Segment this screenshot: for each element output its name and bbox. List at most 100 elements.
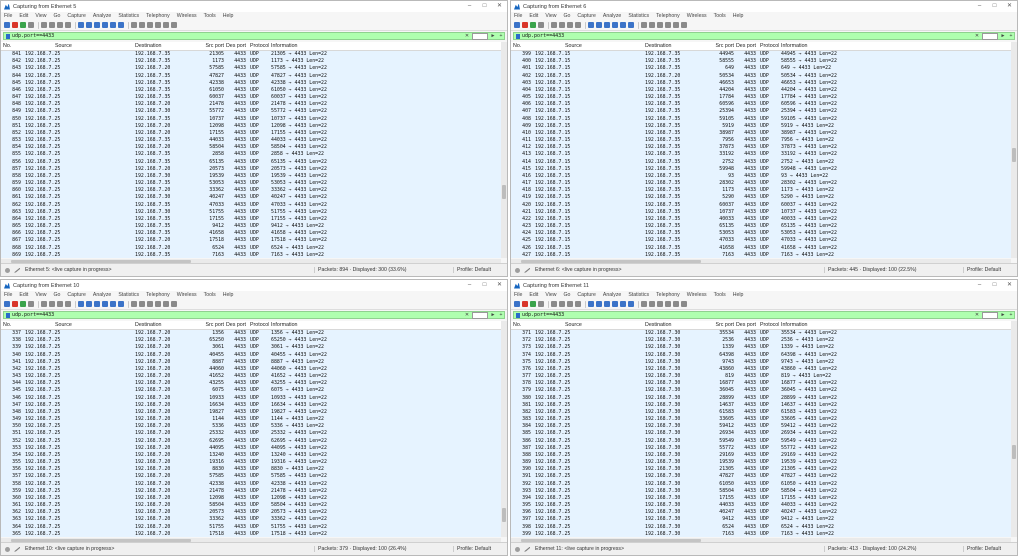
first-packet-icon[interactable] [110,301,116,307]
table-row[interactable]: 355 192.168.7.25 192.168.7.20 19316 4433 UDP 1… [1,459,501,467]
resize-columns-icon[interactable] [681,301,687,307]
table-row[interactable]: 348 192.168.7.25 192.168.7.20 19827 4433 UDP 1… [1,408,501,417]
column-header-destination[interactable]: Destination [643,42,713,50]
menu-file[interactable]: File [514,13,522,19]
column-header-destination[interactable]: Destination [133,321,203,329]
close-file-icon[interactable] [567,301,573,307]
save-file-icon[interactable] [559,22,565,28]
filter-history-dropdown[interactable] [982,311,998,319]
table-row[interactable]: 419 192.168.7.15 192.168.7.35 5290 4433 UDP 52… [511,194,1011,202]
column-header-src-port[interactable]: Src port [203,321,225,329]
close-icon[interactable]: ✕ [1002,280,1017,291]
clear-filter-icon[interactable]: ✕ [974,33,980,39]
table-row[interactable]: 352 192.168.7.25 192.168.7.20 62695 4433 UDP 6… [1,437,501,445]
table-row[interactable]: 844 192.168.7.25 192.168.7.35 47827 4433 UDP 4… [1,72,501,80]
table-row[interactable]: 375 192.168.7.25 192.168.7.30 9743 4433 UDP 97… [511,358,1011,366]
table-row[interactable]: 376 192.168.7.25 192.168.7.30 43860 4433 UDP 4… [511,365,1011,374]
colorize-icon[interactable] [139,22,145,28]
table-row[interactable]: 337 192.168.7.25 192.168.7.20 1356 4433 UDP 13… [1,330,501,338]
menu-view[interactable]: View [35,292,46,298]
menu-analyze[interactable]: Analyze [603,13,621,19]
autoscroll-icon[interactable] [641,301,647,307]
start-capture-icon[interactable] [514,301,520,307]
table-row[interactable]: 384 192.168.7.25 192.168.7.30 59412 4433 UDP 5… [511,423,1011,431]
table-row[interactable]: 851 192.168.7.25 192.168.7.20 12098 4433 UDP 1… [1,122,501,130]
table-row[interactable]: 354 192.168.7.25 192.168.7.20 13240 4433 UDP 1… [1,451,501,460]
close-icon[interactable]: ✕ [1002,1,1017,12]
clear-filter-icon[interactable]: ✕ [464,33,470,39]
table-row[interactable]: 396 192.168.7.25 192.168.7.30 40247 4433 UDP 4… [511,509,1011,517]
table-row[interactable]: 378 192.168.7.25 192.168.7.30 16877 4433 UDP 1… [511,380,1011,388]
column-header-protocol[interactable]: Protocol [247,42,269,50]
table-row[interactable]: 372 192.168.7.25 192.168.7.30 2536 4433 UDP 25… [511,337,1011,345]
zoom-out-icon[interactable] [665,22,671,28]
column-header-protocol[interactable]: Protocol [247,321,269,329]
colorize-icon[interactable] [139,301,145,307]
table-row[interactable]: 347 192.168.7.25 192.168.7.20 16634 4433 UDP 1… [1,401,501,409]
table-row[interactable]: 861 192.168.7.25 192.168.7.30 40247 4433 UDP 4… [1,194,501,202]
table-row[interactable]: 415 192.168.7.15 192.168.7.35 59948 4433 UDP 5… [511,165,1011,173]
menu-help[interactable]: Help [223,292,234,298]
autoscroll-icon[interactable] [131,301,137,307]
go-forward-icon[interactable] [94,301,100,307]
table-row[interactable]: 848 192.168.7.25 192.168.7.20 21478 4433 UDP 2… [1,101,501,109]
stop-capture-icon[interactable] [12,301,18,307]
go-back-icon[interactable] [596,22,602,28]
minimize-icon[interactable]: – [462,280,477,291]
go-to-packet-icon[interactable] [102,301,108,307]
zoom-out-icon[interactable] [155,301,161,307]
bookmark-icon[interactable] [6,312,10,318]
last-packet-icon[interactable] [118,22,124,28]
table-row[interactable]: 338 192.168.7.25 192.168.7.20 65250 4433 UDP 6… [1,337,501,345]
column-header-information[interactable]: Information [269,42,501,50]
menu-telephony[interactable]: Telephony [146,292,170,298]
column-header-no[interactable]: No. [511,321,533,329]
capture-comment-icon[interactable] [14,267,20,273]
menu-file[interactable]: File [514,292,522,298]
first-packet-icon[interactable] [620,301,626,307]
vertical-scrollbar[interactable] [1011,321,1017,537]
column-header-information[interactable]: Information [779,321,1011,329]
reload-icon[interactable] [575,301,581,307]
table-row[interactable]: 410 192.168.7.15 192.168.7.35 38987 4433 UDP 3… [511,129,1011,138]
colorize-icon[interactable] [649,301,655,307]
table-row[interactable]: 418 192.168.7.15 192.168.7.35 1173 4433 UDP 11… [511,187,1011,195]
table-row[interactable]: 353 192.168.7.25 192.168.7.20 44095 4433 UDP 4… [1,444,501,452]
column-header-source[interactable]: Source [533,42,643,50]
table-row[interactable]: 380 192.168.7.25 192.168.7.30 28899 4433 UDP 2… [511,394,1011,402]
zoom-in-icon[interactable] [657,301,663,307]
menu-help[interactable]: Help [223,13,234,19]
column-header-information[interactable]: Information [779,42,1011,50]
apply-filter-icon[interactable]: ► [490,312,496,318]
menu-analyze[interactable]: Analyze [93,292,111,298]
menu-go[interactable]: Go [53,292,60,298]
go-forward-icon[interactable] [604,22,610,28]
table-row[interactable]: 365 192.168.7.25 192.168.7.20 17518 4433 UDP 1… [1,530,501,537]
table-row[interactable]: 341 192.168.7.25 192.168.7.20 8887 4433 UDP 88… [1,358,501,366]
table-row[interactable]: 858 192.168.7.25 192.168.7.30 19539 4433 UDP 1… [1,172,501,181]
add-filter-button-icon[interactable]: + [1008,33,1014,39]
resize-columns-icon[interactable] [171,22,177,28]
column-header-no[interactable]: No. [1,321,23,329]
menu-statistics[interactable]: Statistics [628,13,649,19]
column-header-des-port[interactable]: Des port [225,321,247,329]
menu-capture[interactable]: Capture [577,13,595,19]
filter-history-dropdown[interactable] [472,311,488,319]
menu-statistics[interactable]: Statistics [118,13,139,19]
table-row[interactable]: 394 192.168.7.25 192.168.7.30 17155 4433 UDP 1… [511,494,1011,503]
stop-capture-icon[interactable] [522,301,528,307]
column-header-source[interactable]: Source [23,42,133,50]
column-header-des-port[interactable]: Des port [225,42,247,50]
table-row[interactable]: 408 192.168.7.15 192.168.7.35 59105 4433 UDP 5… [511,115,1011,123]
table-row[interactable]: 343 192.168.7.25 192.168.7.20 41652 4433 UDP 4… [1,373,501,381]
resize-columns-icon[interactable] [681,22,687,28]
table-row[interactable]: 391 192.168.7.25 192.168.7.30 47827 4433 UDP 4… [511,473,1011,481]
table-row[interactable]: 382 192.168.7.25 192.168.7.30 61583 4433 UDP 6… [511,408,1011,417]
table-row[interactable]: 344 192.168.7.25 192.168.7.20 43255 4433 UDP 4… [1,380,501,388]
add-filter-button-icon[interactable]: + [1008,312,1014,318]
table-row[interactable]: 389 192.168.7.25 192.168.7.30 19539 4433 UDP 1… [511,459,1011,467]
go-to-packet-icon[interactable] [612,22,618,28]
open-file-icon[interactable] [551,301,557,307]
expert-info-icon[interactable] [515,546,520,552]
table-row[interactable]: 374 192.168.7.25 192.168.7.30 64398 4433 UDP 6… [511,351,1011,359]
